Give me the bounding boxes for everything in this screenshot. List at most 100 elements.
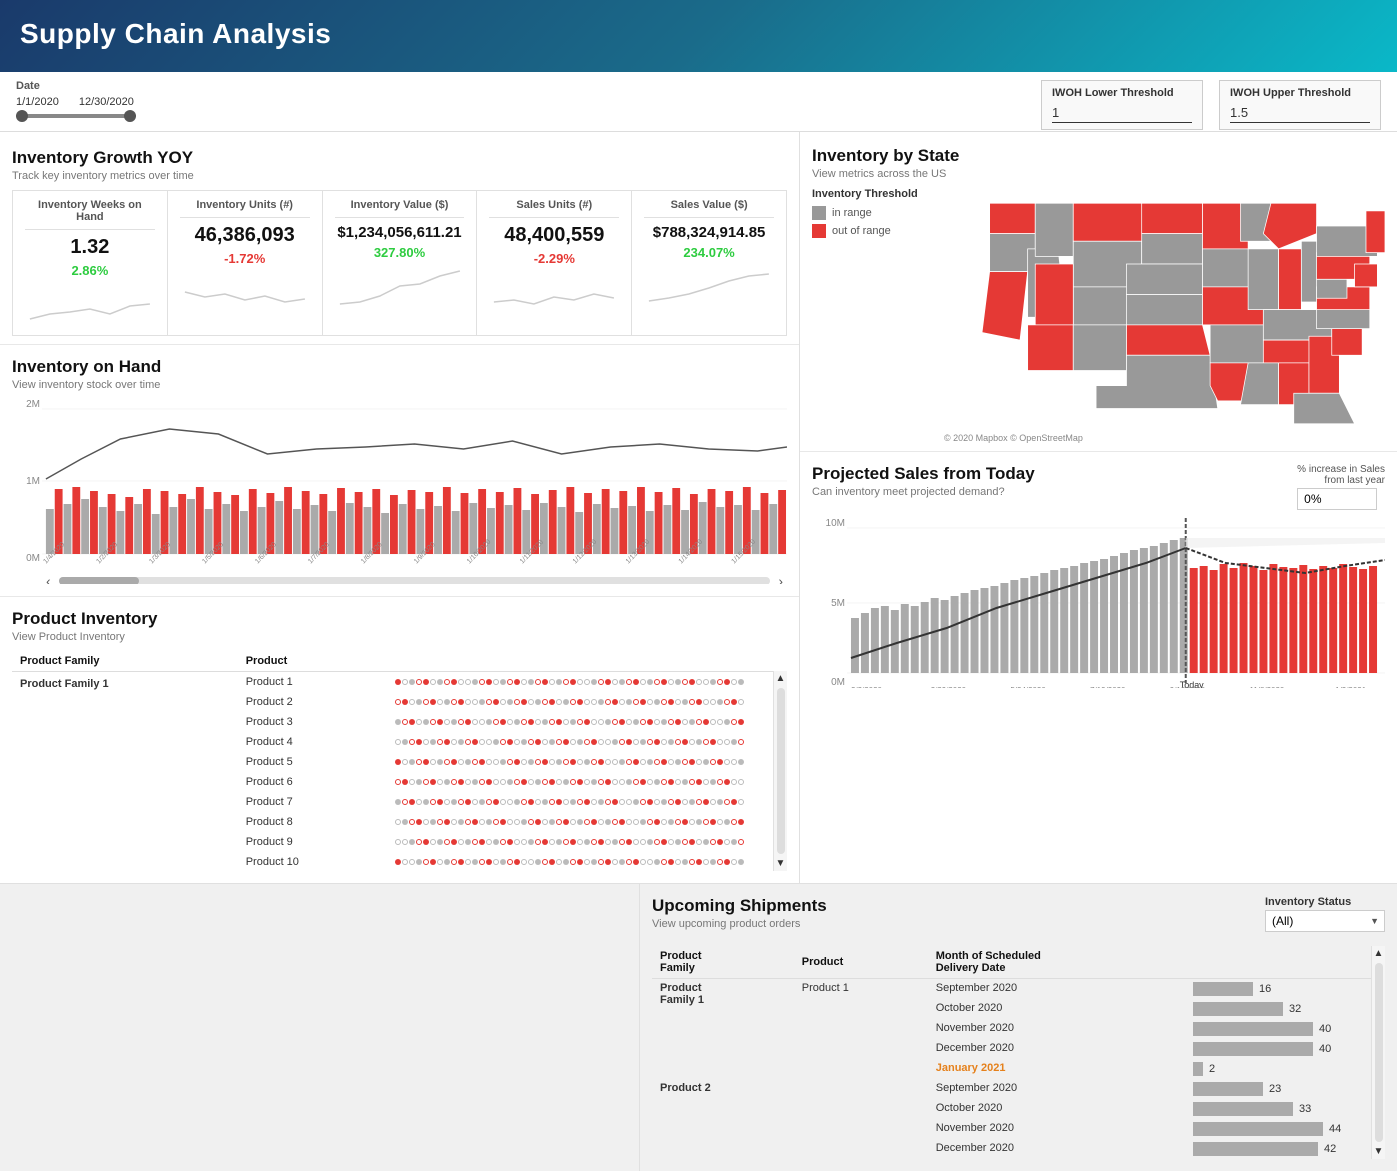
slider-thumb-left[interactable] (16, 110, 28, 122)
bar-sep20 (1193, 982, 1253, 996)
product-name: Product 9 (238, 832, 387, 852)
metric-sales-value-change: 234.07% (644, 245, 774, 260)
iwoh-lower-group: IWOH Lower Threshold (1041, 80, 1203, 130)
iwoh-upper-input[interactable] (1230, 103, 1370, 123)
metrics-row: Inventory Weeks on Hand 1.32 2.86% Inven… (12, 190, 787, 336)
product-scroll-down[interactable]: ▼ (774, 856, 787, 871)
svg-text:2/2/2020: 2/2/2020 (851, 686, 883, 688)
right-panel: Inventory by State View metrics across t… (800, 132, 1397, 883)
iwoh-lower-input[interactable] (1052, 103, 1192, 123)
shipments-col-bar (1185, 946, 1385, 979)
table-row: Product 2 (12, 692, 787, 712)
product-name: Product 1 (238, 672, 387, 693)
bar-val-nov20: 40 (1319, 1023, 1331, 1035)
bar-p2-nov20 (1193, 1122, 1323, 1136)
scroll-thumb[interactable] (59, 577, 139, 584)
inventory-growth-section: Inventory Growth YOY Track key inventory… (0, 132, 799, 345)
bar-val-p2-nov20: 44 (1329, 1123, 1341, 1135)
projected-subtitle: Can inventory meet projected demand? (812, 486, 1035, 498)
inventory-status-select-wrapper[interactable]: (All) In Range Out of Range (1265, 910, 1385, 932)
product-dots (387, 732, 787, 752)
svg-text:5/24/2020: 5/24/2020 (1010, 686, 1046, 688)
increase-label: % increase in Salesfrom last year (1297, 464, 1385, 486)
metric-sales-units-change: -2.29% (489, 251, 619, 266)
product-dots (387, 712, 787, 732)
increase-input[interactable] (1297, 488, 1377, 510)
ioh-scroll-bar[interactable]: ‹ › (42, 569, 787, 584)
product-cell-1d (794, 1039, 928, 1059)
projected-title-group: Projected Sales from Today Can inventory… (812, 464, 1035, 506)
bar-dec20 (1193, 1042, 1313, 1056)
table-row: ProductFamily 1 Product 1 September 2020… (652, 979, 1385, 1000)
map-legend: Inventory Threshold in range out of rang… (812, 188, 932, 242)
product-name: Product 4 (238, 732, 387, 752)
month-cell-jan21: January 2021 (928, 1059, 1185, 1079)
metric-iwoh-header: Inventory Weeks on Hand (25, 199, 155, 230)
shipments-header: Upcoming Shipments View upcoming product… (652, 896, 1385, 938)
metric-inv-units-change: -1.72% (180, 251, 310, 266)
bar-cell-oct20: 32 (1185, 999, 1385, 1019)
sparkline-iwoh (25, 284, 155, 324)
month-cell-sep20: September 2020 (928, 979, 1185, 1000)
date-start: 1/1/2020 (16, 96, 59, 108)
date-label: Date (16, 80, 136, 92)
legend-out-range: out of range (812, 224, 932, 238)
product-dots (387, 852, 787, 871)
main-content: Inventory Growth YOY Track key inventory… (0, 132, 1397, 883)
product-name: Product 5 (238, 752, 387, 772)
family-cell-1: ProductFamily 1 (652, 979, 794, 1080)
scroll-track[interactable] (59, 577, 771, 584)
table-row: Product Family 1Product 1 (12, 672, 787, 693)
metric-sales-units-value: 48,400,559 (489, 224, 619, 247)
product-dots (387, 812, 787, 832)
us-map-svg (944, 188, 1385, 431)
product-dots (387, 752, 787, 772)
inventory-on-hand-section: Inventory on Hand View inventory stock o… (0, 345, 799, 597)
projected-title: Projected Sales from Today (812, 464, 1035, 484)
metric-sales-value-header: Sales Value ($) (644, 199, 774, 218)
metric-sales-value-value: $788,324,914.85 (644, 224, 774, 241)
bar-cell-p2-nov20: 44 (1185, 1119, 1385, 1139)
product-scroll-up[interactable]: ▲ (774, 671, 787, 686)
table-row: Product 3 (12, 712, 787, 732)
bar-cell-dec20: 40 (1185, 1039, 1385, 1059)
ioh-subtitle: View inventory stock over time (12, 379, 787, 391)
bar-cell-nov20: 40 (1185, 1019, 1385, 1039)
slider-thumb-right[interactable] (124, 110, 136, 122)
date-slider-track[interactable] (16, 114, 136, 118)
metric-inv-value-change: 327.80% (335, 245, 465, 260)
metric-inv-value-header: Inventory Value ($) (335, 199, 465, 218)
ioh-y-1m: 1M (12, 476, 40, 487)
ibs-title: Inventory by State (812, 146, 1385, 166)
product-cell-1e (794, 1059, 928, 1079)
metric-inv-units: Inventory Units (#) 46,386,093 -1.72% (168, 191, 323, 335)
ioh-y-0m: 0M (12, 553, 40, 564)
month-cell-p2-dec20: December 2020 (928, 1139, 1185, 1159)
table-row: Product 10 (12, 852, 787, 871)
product-inventory-table: Product Family Product Product Family 1P… (12, 651, 787, 871)
controls-bar: Date 1/1/2020 12/30/2020 IWOH Lower Thre… (0, 72, 1397, 132)
bar-val-sep20: 16 (1259, 983, 1271, 995)
shipments-scroll-down[interactable]: ▼ (1372, 1144, 1385, 1159)
shipments-col-product: Product (794, 946, 928, 979)
bottom-left (0, 884, 640, 1171)
product-name: Product 2 (238, 692, 387, 712)
us-map-wrapper: © 2020 Mapbox © OpenStreetMap (944, 188, 1385, 443)
threshold-controls: IWOH Lower Threshold IWOH Upper Threshol… (1041, 80, 1381, 130)
scroll-left-arrow[interactable]: ‹ (42, 573, 55, 584)
legend-box-gray (812, 206, 826, 220)
product-dots (387, 832, 787, 852)
upcoming-shipments-section: Upcoming Shipments View upcoming product… (640, 884, 1397, 1171)
svg-text:7/19/2020: 7/19/2020 (1090, 686, 1126, 688)
bar-cell-sep20: 16 (1185, 979, 1385, 1000)
inventory-growth-subtitle: Track key inventory metrics over time (12, 170, 787, 182)
svg-text:3/29/2020: 3/29/2020 (931, 686, 967, 688)
inventory-status-select[interactable]: (All) In Range Out of Range (1265, 910, 1385, 932)
table-row: Product 8 (12, 812, 787, 832)
bottom-section: Upcoming Shipments View upcoming product… (0, 883, 1397, 1171)
bar-oct20 (1193, 1002, 1283, 1016)
product-cell-1: Product 1 (794, 979, 928, 1000)
ioh-chart: 1/4/2020 1/2/2020 1/3/2020 1/5/2020 1/6/… (42, 399, 787, 564)
shipments-scroll-up[interactable]: ▲ (1372, 946, 1385, 961)
scroll-right-arrow[interactable]: › (774, 573, 787, 584)
